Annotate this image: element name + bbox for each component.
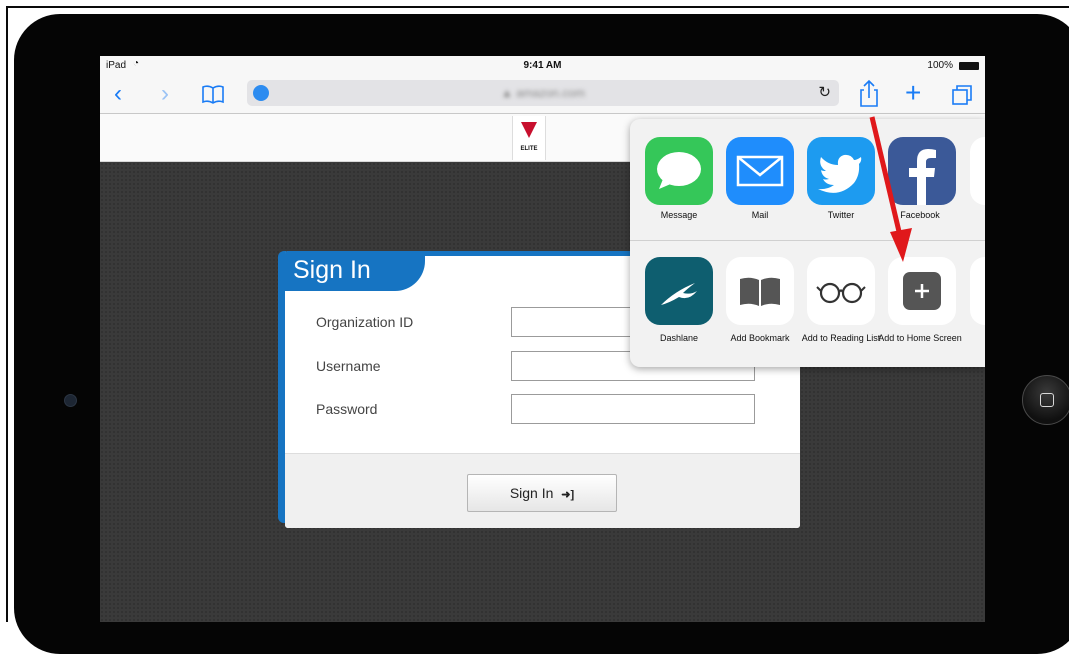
- bookmarks-button[interactable]: [201, 84, 225, 109]
- message-app-button[interactable]: [645, 137, 713, 205]
- share-icon: [860, 79, 878, 107]
- battery-percent: 100%: [927, 60, 953, 71]
- twitter-icon: [818, 154, 862, 193]
- facebook-app-button[interactable]: [888, 137, 956, 205]
- forward-button[interactable]: ›: [161, 80, 169, 108]
- signin-button[interactable]: Sign In ➜]: [467, 474, 617, 512]
- signin-footer: Sign In ➜]: [285, 453, 800, 528]
- back-button[interactable]: ‹: [114, 80, 122, 108]
- facebook-icon: [909, 149, 936, 205]
- status-bar: iPad ◔ 9:41 AM 100%: [100, 56, 985, 76]
- mail-label: Mail: [751, 210, 769, 220]
- share-sheet-divider: [630, 240, 985, 241]
- twitter-app-button[interactable]: [807, 137, 875, 205]
- bookmark-icon: [740, 277, 780, 306]
- more-actions-peek[interactable]: [970, 257, 985, 325]
- battery-icon: [959, 62, 979, 70]
- reload-icon[interactable]: ↻: [818, 83, 831, 101]
- status-time: 9:41 AM: [523, 60, 562, 71]
- add-bookmark-label: Add Bookmark: [730, 333, 790, 343]
- reading-list-icon: [816, 282, 866, 304]
- organization-id-label: Organization ID: [316, 314, 414, 330]
- signin-button-label: Sign In: [509, 485, 554, 501]
- elite-logo-mark: [521, 122, 537, 138]
- elite-logo-text: ELITE: [520, 146, 538, 152]
- messages-icon: [657, 152, 701, 189]
- share-button[interactable]: [858, 79, 880, 114]
- add-home-screen-icon: [903, 272, 941, 310]
- tabs-icon: [952, 85, 972, 105]
- dashlane-label: Dashlane: [659, 333, 699, 343]
- mail-icon: [736, 155, 784, 187]
- signin-title: Sign In: [293, 256, 371, 284]
- url-text: ▲ amazon.com: [501, 86, 585, 100]
- camera-icon: [64, 394, 77, 407]
- add-bookmark-button[interactable]: [726, 257, 794, 325]
- ipad-screen: iPad ◔ 9:41 AM 100% ‹ › ▲ amazon.com ↻ +…: [100, 56, 985, 622]
- username-label: Username: [316, 358, 381, 374]
- safari-toolbar: ‹ › ▲ amazon.com ↻ +: [100, 76, 985, 114]
- book-icon: [202, 85, 224, 104]
- message-label: Message: [660, 210, 698, 220]
- new-tab-button[interactable]: +: [905, 79, 921, 107]
- address-bar[interactable]: ▲ amazon.com ↻: [247, 80, 839, 106]
- home-button[interactable]: [1022, 375, 1069, 425]
- dashlane-action-button[interactable]: [645, 257, 713, 325]
- password-input[interactable]: [511, 394, 755, 424]
- dashlane-icon: [661, 283, 697, 305]
- add-to-home-screen-label: Add to Home Screen: [878, 333, 962, 343]
- facebook-label: Facebook: [900, 210, 940, 220]
- elite-logo: ELITE: [512, 116, 546, 160]
- login-icon: ➜]: [561, 489, 575, 501]
- add-to-home-screen-button[interactable]: [888, 257, 956, 325]
- password-label: Password: [316, 401, 378, 417]
- mail-app-button[interactable]: [726, 137, 794, 205]
- add-reading-list-button[interactable]: [807, 257, 875, 325]
- share-sheet: Message Mail Twitter Facebook Dashlane A…: [630, 119, 985, 367]
- signin-title-tab: Sign In: [285, 251, 425, 291]
- home-button-icon: [1040, 393, 1054, 407]
- more-apps-peek[interactable]: [970, 137, 985, 205]
- tabs-button[interactable]: [950, 83, 974, 112]
